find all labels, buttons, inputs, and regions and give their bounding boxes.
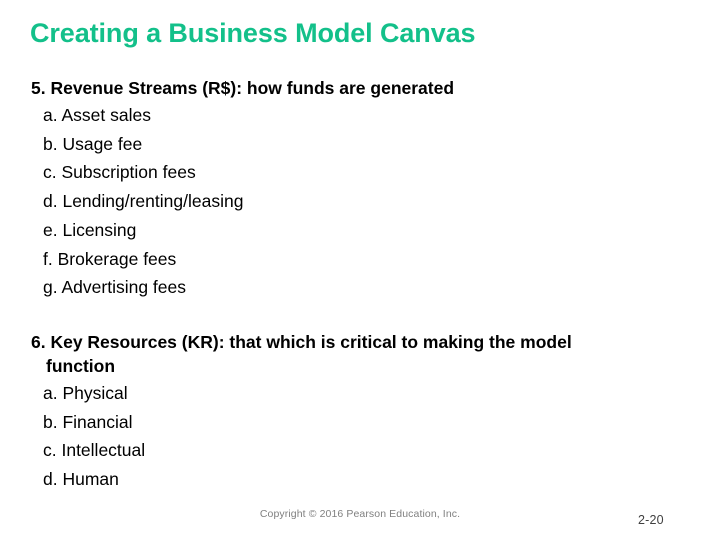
list-item: b. Usage fee [43, 133, 143, 154]
list-item: b. Financial [43, 411, 133, 432]
list-item: d. Lending/renting/leasing [43, 191, 244, 212]
slide-canvas: Creating a Business Model Canvas 5. Reve… [0, 0, 720, 540]
list-item: e. Licensing [43, 219, 137, 240]
content-section: 5. Revenue Streams (R$): how funds are g… [30, 76, 670, 302]
section-heading: 5. Revenue Streams (R$): how funds are g… [31, 78, 455, 98]
slide-body: 5. Revenue Streams (R$): how funds are g… [30, 76, 670, 494]
page-title: Creating a Business Model Canvas [30, 18, 476, 48]
list-item: f. Brokerage fees [43, 248, 177, 269]
list-item: c. Subscription fees [43, 162, 196, 183]
list-item: g. Advertising fees [43, 277, 186, 298]
section-sub-list: a. Asset sales b. Usage fee c. Subscript… [30, 101, 670, 302]
content-section: 6. Key Resources (KR): that which is cri… [30, 330, 670, 494]
list-item: c. Intellectual [43, 440, 146, 461]
list-item: d. Human [43, 469, 119, 490]
section-sub-list: a. Physical b. Financial c. Intellectual… [30, 379, 670, 494]
section-heading: 6. Key Resources (KR): that which is cri… [31, 331, 572, 376]
page-number: 2-20 [638, 513, 664, 527]
copyright-notice: Copyright © 2016 Pearson Education, Inc. [259, 508, 461, 520]
list-item: a. Physical [43, 382, 128, 403]
list-item: a. Asset sales [43, 105, 151, 125]
